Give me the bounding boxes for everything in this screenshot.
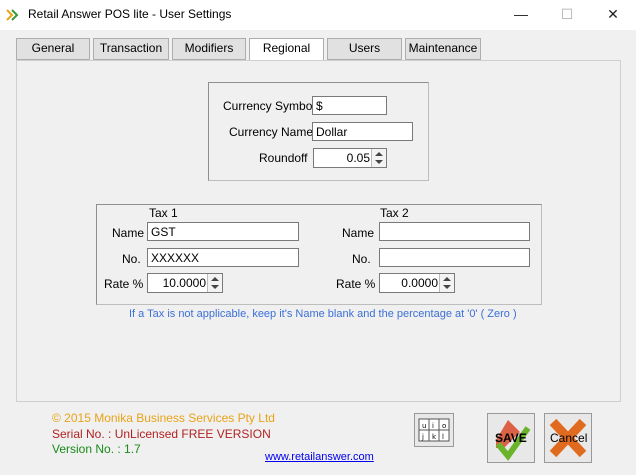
- roundoff-stepper[interactable]: 0.05: [313, 148, 387, 168]
- tax1-header: Tax 1: [149, 206, 178, 220]
- copyright-text: © 2015 Monika Business Services Pty Ltd: [52, 411, 275, 425]
- keyboard-button[interactable]: u i o j k l: [414, 413, 454, 447]
- tab-maintenance[interactable]: Maintenance: [405, 38, 481, 60]
- tax1-rate-label: Rate %: [104, 277, 144, 291]
- tax-help-note: If a Tax is not applicable, keep it's Na…: [129, 308, 517, 320]
- key-u: u: [422, 422, 426, 430]
- tax2-name-input[interactable]: [379, 222, 530, 241]
- website-link[interactable]: www.retailanswer.com: [265, 451, 374, 463]
- tab-modifiers[interactable]: Modifiers: [172, 38, 246, 60]
- tax2-rate-spin-arrows[interactable]: [439, 274, 454, 292]
- key-i: i: [432, 422, 434, 430]
- tax2-rate-stepper[interactable]: 0.0000: [379, 273, 455, 293]
- roundoff-spin-arrows[interactable]: [371, 149, 386, 167]
- maximize-button[interactable]: ☐: [544, 0, 590, 30]
- currency-symbol-label: Currency Symbol: [223, 99, 316, 113]
- tax1-no-label: No.: [122, 252, 141, 266]
- tab-regional[interactable]: Regional: [249, 38, 324, 61]
- tax1-rate-value: 10.0000: [162, 276, 206, 290]
- key-j: j: [421, 433, 424, 441]
- tax2-header: Tax 2: [380, 206, 409, 220]
- spin-up-icon[interactable]: [375, 152, 383, 156]
- save-button[interactable]: SAVE: [487, 413, 535, 463]
- tax1-rate-spin-arrows[interactable]: [207, 274, 222, 292]
- tax1-name-label: Name: [112, 226, 145, 240]
- currency-name-label: Currency Name: [229, 125, 314, 139]
- cancel-label: Cancel: [550, 431, 588, 445]
- serial-text: Serial No. : UnLicensed FREE VERSION: [52, 427, 271, 441]
- app-chevron-icon: [6, 9, 19, 21]
- window-title: Retail Answer POS lite - User Settings: [28, 7, 232, 21]
- tab-transaction[interactable]: Transaction: [93, 38, 169, 60]
- tax2-rate-label: Rate %: [336, 277, 376, 291]
- title-bar: Retail Answer POS lite - User Settings —…: [0, 0, 636, 30]
- roundoff-value: 0.05: [346, 151, 370, 165]
- tax2-rate-value: 0.0000: [401, 276, 438, 290]
- cancel-button[interactable]: Cancel: [544, 413, 592, 463]
- key-l: l: [442, 433, 444, 441]
- save-label: SAVE: [495, 431, 527, 445]
- roundoff-label: Roundoff: [259, 151, 308, 165]
- tax2-no-input[interactable]: [379, 248, 530, 267]
- close-button[interactable]: ✕: [590, 0, 636, 30]
- spin-down-icon[interactable]: [443, 285, 451, 289]
- spin-down-icon[interactable]: [375, 160, 383, 164]
- spin-up-icon[interactable]: [211, 277, 219, 281]
- spin-up-icon[interactable]: [443, 277, 451, 281]
- tax2-no-label: No.: [352, 252, 371, 266]
- currency-symbol-input[interactable]: $: [312, 96, 387, 115]
- tax2-name-label: Name: [342, 226, 375, 240]
- tax1-name-input[interactable]: GST: [147, 222, 299, 241]
- tax1-no-input[interactable]: XXXXXX: [147, 248, 299, 267]
- tab-users[interactable]: Users: [327, 38, 402, 60]
- minimize-button[interactable]: —: [498, 0, 544, 30]
- tax1-rate-stepper[interactable]: 10.0000: [147, 273, 223, 293]
- key-o: o: [442, 422, 446, 430]
- keyboard-icon: u i o j k l: [418, 418, 450, 442]
- currency-name-input[interactable]: Dollar: [312, 122, 413, 141]
- spin-down-icon[interactable]: [211, 285, 219, 289]
- tab-general[interactable]: General: [16, 38, 90, 60]
- version-text: Version No. : 1.7: [52, 442, 141, 456]
